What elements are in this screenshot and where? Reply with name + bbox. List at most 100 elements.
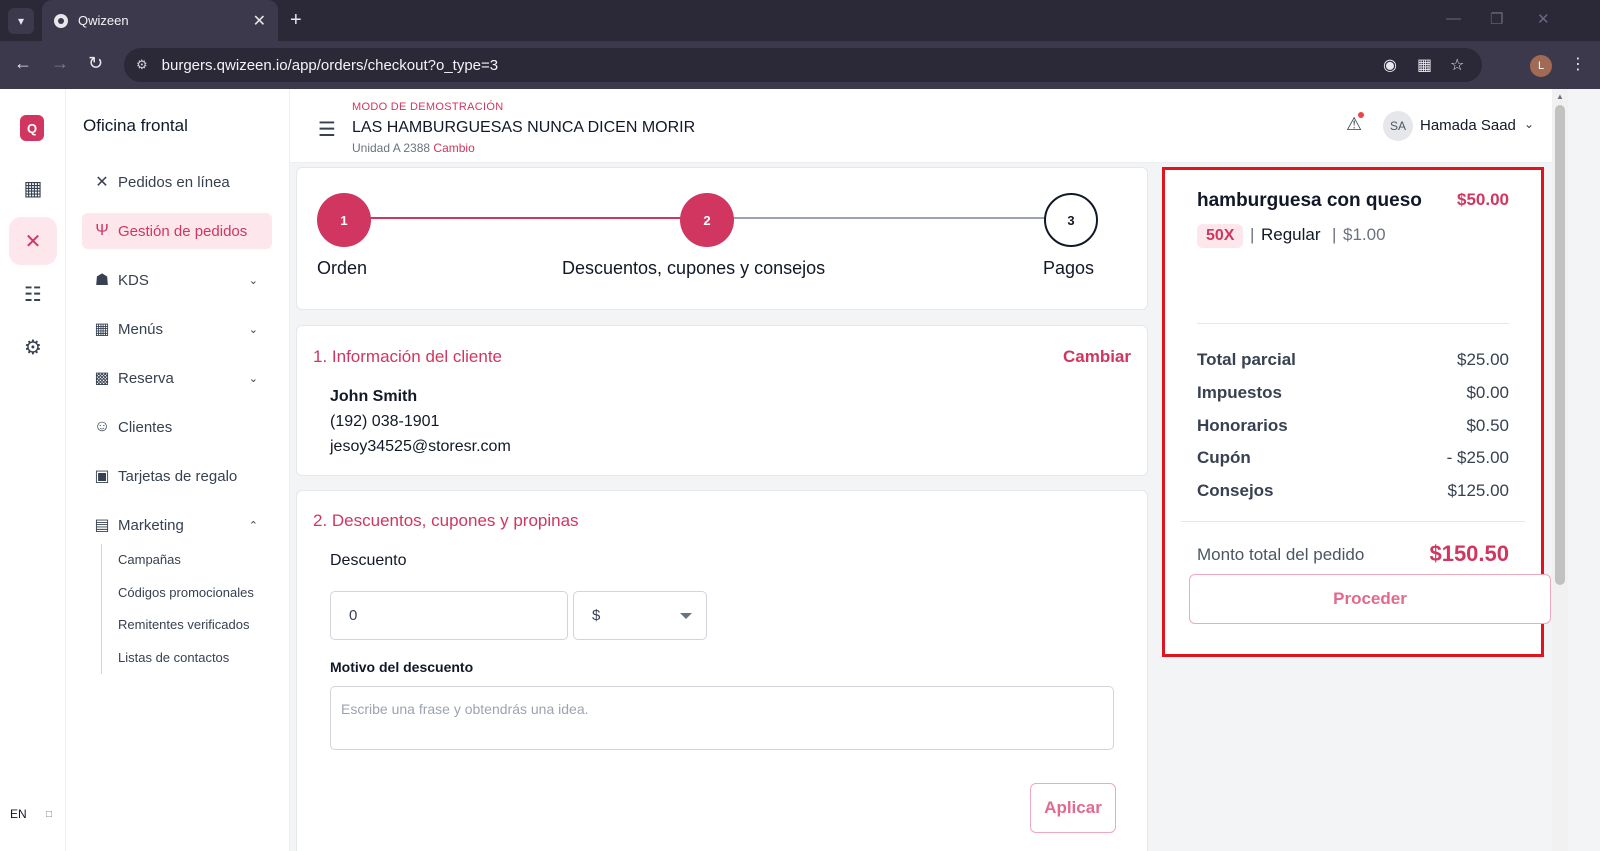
apply-button[interactable]: Aplicar (1030, 783, 1116, 833)
address-bar[interactable]: ⚙ burgers.qwizeen.io/app/orders/checkout… (124, 48, 1482, 82)
caret-down-icon (680, 613, 692, 619)
sidebar-item-menus[interactable]: ▦ Menús ⌄ (82, 311, 272, 347)
currency-select[interactable]: $ (573, 591, 707, 640)
table-icon: ▩ (94, 370, 110, 387)
chef-hat-icon: ☗ (94, 272, 110, 289)
coupon-value: - $25.00 (1446, 448, 1509, 467)
expand-icon: □ (45, 808, 52, 820)
translate-icon[interactable]: ▦ (1417, 55, 1432, 75)
chevron-down-icon: ⌄ (248, 323, 258, 336)
sidebar-item-customers[interactable]: ☺ Clientes (82, 409, 272, 445)
step-3-label: Pagos (1043, 258, 1095, 278)
user-name[interactable]: Hamada Saad (1420, 117, 1516, 134)
fees-value: $0.50 (1466, 416, 1509, 435)
chevron-down-icon: ⌄ (248, 274, 258, 287)
sidebar-item-label: Tarjetas de regalo (118, 467, 238, 485)
scroll-up-icon[interactable]: ▲ (1556, 92, 1564, 101)
minimize-icon[interactable]: — (1446, 10, 1461, 27)
sidebar-item-online-orders[interactable]: ✕ Pedidos en línea (82, 164, 272, 200)
sidebar-sub-promo-codes[interactable]: Códigos promocionales (118, 585, 254, 600)
bar-chart-icon: ▤ (94, 517, 110, 534)
sidebar-item-marketing[interactable]: ▤ Marketing ⌃ (82, 507, 272, 543)
chevron-down-icon: ⌄ (248, 372, 258, 385)
reload-icon[interactable]: ↻ (88, 53, 103, 74)
step-2-label: Descuentos, cupones y consejos (562, 258, 826, 278)
step-1-circle[interactable]: 1 (317, 193, 371, 247)
url-text: burgers.qwizeen.io/app/orders/checkout?o… (161, 56, 499, 74)
profile-avatar[interactable]: L (1530, 55, 1552, 77)
forward-icon[interactable]: → (51, 53, 69, 74)
chevron-down-icon[interactable]: ⌄ (1524, 117, 1534, 131)
site-info-icon[interactable]: ⚙ (136, 57, 148, 73)
page-scrollbar[interactable]: ▲ (1552, 89, 1568, 851)
item-name: hamburguesa con queso (1197, 190, 1422, 211)
browser-menu-icon[interactable]: ⋮ (1570, 54, 1586, 74)
discount-input[interactable] (330, 591, 568, 640)
sidebar-sub-contact-lists[interactable]: Listas de contactos (118, 650, 229, 665)
summary-divider (1181, 521, 1525, 522)
user-avatar[interactable]: SA (1383, 111, 1413, 141)
browser-toolbar: ← → ↻ ⚙ burgers.qwizeen.io/app/orders/ch… (0, 41, 1600, 89)
orders-icon[interactable]: ✕ (9, 217, 57, 265)
order-summary-panel: hamburguesa con queso $50.00 50X | Regul… (1162, 167, 1551, 657)
new-tab-button[interactable]: + (290, 9, 302, 32)
customer-info-card: 1. Información del cliente Cambiar John … (296, 325, 1148, 476)
change-customer-link[interactable]: Cambiar (1063, 347, 1131, 367)
sidebar-item-order-management[interactable]: Ψ Gestión de pedidos (82, 213, 272, 249)
grid-icon: ▦ (94, 321, 110, 338)
customer-section-title: 1. Información del cliente (313, 347, 502, 366)
icon-rail: Q ▦ ✕ ☷ ⚙ EN □ (0, 89, 66, 851)
store-name: LAS HAMBURGUESAS NUNCA DICEN MORIR (352, 119, 696, 136)
language-switch[interactable]: EN □ (6, 799, 56, 829)
org-chart-icon[interactable]: ☷ (9, 270, 57, 318)
back-icon[interactable]: ← (14, 53, 32, 74)
hamburger-menu-icon[interactable]: ☰ (318, 117, 336, 142)
separator: | (1332, 225, 1337, 244)
sidebar-sub-campaigns[interactable]: Campañas (118, 552, 181, 567)
settings-icon[interactable]: ⚙ (9, 323, 57, 371)
checkout-stepper: 1 2 3 Orden Descuentos, cupones y consej… (296, 167, 1148, 310)
quantity-badge: 50X (1197, 224, 1244, 248)
browser-tab[interactable]: Qwizeen ✕ (42, 0, 278, 41)
tab-title: Qwizeen (78, 13, 129, 28)
step-3-circle[interactable]: 3 (1044, 193, 1098, 247)
subtotal-label: Total parcial (1197, 350, 1296, 369)
qwizeen-logo[interactable]: Q (20, 115, 44, 141)
taxes-value: $0.00 (1466, 383, 1509, 402)
step-2-circle[interactable]: 2 (680, 193, 734, 247)
sidebar-item-gift-cards[interactable]: ▣ Tarjetas de regalo (82, 458, 272, 494)
discount-reason-textarea[interactable]: Escribe una frase y obtendrás una idea. (330, 686, 1114, 750)
eye-off-icon[interactable]: ◉ (1383, 55, 1397, 75)
tips-value: $125.00 (1447, 481, 1509, 500)
chevron-up-icon: ⌃ (248, 519, 258, 532)
users-icon: ☺ (93, 418, 111, 435)
submenu-divider (101, 544, 102, 674)
scrollbar-thumb[interactable] (1555, 105, 1565, 585)
sidebar-title: Oficina frontal (83, 116, 188, 135)
coupon-label: Cupón (1197, 448, 1251, 467)
sidebar-item-reservation[interactable]: ▩ Reserva ⌄ (82, 360, 272, 396)
sidebar-item-kds[interactable]: ☗ KDS ⌄ (82, 262, 272, 298)
order-total-label: Monto total del pedido (1197, 545, 1365, 564)
bookmark-star-icon[interactable]: ☆ (1450, 55, 1464, 75)
sidebar-item-label: Clientes (118, 418, 173, 436)
close-window-icon[interactable]: ✕ (1537, 10, 1550, 28)
unit-label: Unidad A 2388 (352, 141, 431, 155)
customer-email: jesoy34525@storesr.com (330, 438, 511, 455)
dashboard-icon[interactable]: ▦ (9, 164, 57, 212)
restore-icon[interactable]: ❐ (1490, 10, 1503, 28)
discount-reason-label: Motivo del descuento (330, 659, 474, 675)
change-store-link[interactable]: Cambio (433, 141, 474, 155)
favicon-icon (54, 13, 68, 28)
proceed-button[interactable]: Proceder (1189, 574, 1551, 624)
gift-icon: ▣ (94, 468, 110, 485)
sidebar-sub-verified-senders[interactable]: Remitentes verificados (118, 617, 250, 632)
demo-mode-label: MODO DE DEMOSTRACIÓN (352, 101, 504, 113)
order-total-value: $150.50 (1429, 541, 1509, 566)
notifications-off-icon[interactable]: ⚠ (1346, 112, 1365, 135)
item-variant: Regular (1261, 225, 1321, 244)
discounts-card: 2. Descuentos, cupones y propinas Descue… (296, 490, 1148, 851)
close-tab-icon[interactable]: ✕ (253, 11, 266, 31)
item-unit-price: $1.00 (1343, 225, 1386, 244)
tab-search-button[interactable]: ▾ (8, 8, 34, 34)
